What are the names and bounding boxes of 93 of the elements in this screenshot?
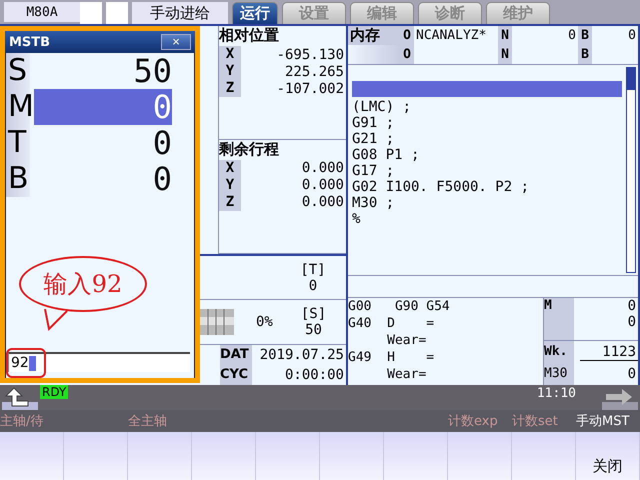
softkey[interactable]: [0, 432, 64, 480]
softkey[interactable]: [512, 432, 576, 480]
spindle-load: 0%: [256, 314, 273, 330]
softkey-caption: 计数exp: [448, 413, 498, 430]
program-line: G17 ;: [352, 163, 396, 179]
input-field[interactable]: 92: [8, 352, 190, 372]
axis-label: Y: [219, 63, 241, 80]
softkey[interactable]: [384, 432, 448, 480]
code-label: B: [6, 161, 30, 197]
field-value: NCANALYZ*: [415, 27, 488, 45]
softkey-caption: 全主轴: [128, 413, 167, 430]
tool-label: [T]: [300, 262, 326, 278]
axis-label: Y: [219, 176, 241, 194]
info-value: 0:00:00: [284, 367, 345, 383]
program-source: 内存: [348, 26, 400, 45]
counter-value: 0: [628, 298, 636, 314]
program-line: G08 P1 ;: [352, 147, 420, 163]
close-button[interactable]: ×: [161, 34, 191, 50]
panel-title: 相对位置: [219, 26, 280, 46]
spindle-label: [S]: [300, 306, 326, 322]
window-title: MSTB: [9, 34, 50, 50]
softkey[interactable]: [256, 432, 320, 480]
program-line: G21 ;: [352, 131, 396, 147]
modal-line: Wear=: [386, 366, 428, 383]
modal-line: G40 D =: [348, 315, 436, 332]
next-arrow-icon[interactable]: [602, 386, 638, 410]
program-line: %: [352, 211, 362, 227]
info-value: 2019.07.25: [258, 347, 345, 363]
axis-label: Z: [219, 194, 241, 211]
ready-indicator: RDY: [40, 385, 68, 399]
counter-value: 1123: [580, 344, 638, 360]
field-label: B: [578, 45, 592, 64]
program-line: (LMC) ;: [352, 99, 412, 115]
modal-line: G00 G90 G54: [348, 298, 451, 315]
softkey-caption: 主轴/待: [0, 413, 44, 430]
axis-label: Z: [219, 80, 241, 97]
counter-value: 0: [626, 366, 637, 382]
axis-value: 0.000: [300, 177, 345, 194]
axis-value: 0.000: [300, 160, 345, 176]
softkey[interactable]: [64, 432, 128, 480]
counter-label: Wk.: [544, 341, 574, 363]
axis-value: -107.002: [276, 80, 345, 96]
modal-line: G49 H =: [348, 349, 436, 366]
program-line: G02 I100. F5000. P2 ;: [352, 179, 530, 195]
softkey[interactable]: [448, 432, 512, 480]
clock: 11:10: [536, 386, 576, 401]
axis-label: X: [219, 160, 241, 177]
tool-value: 0: [308, 278, 318, 294]
info-label: CYC: [220, 365, 252, 385]
screen-tab[interactable]: 运行: [232, 2, 278, 24]
code-value[interactable]: 0: [34, 89, 172, 125]
spindle-speed: 50: [305, 322, 322, 338]
softkey[interactable]: [192, 432, 256, 480]
softkey-caption: 计数set: [512, 413, 558, 430]
softkey[interactable]: 关闭: [576, 432, 640, 480]
indicator-lamp: [80, 2, 102, 24]
axis-value: 0.000: [300, 194, 345, 210]
code-value[interactable]: 0: [34, 161, 172, 197]
softkey[interactable]: [128, 432, 192, 480]
counter-label: M30: [544, 363, 574, 385]
axis-label: X: [219, 46, 241, 63]
softkey-caption: 手动MST: [576, 413, 630, 430]
panel-title: 剩余行程: [219, 140, 280, 160]
callout-bubble: 输入92: [19, 256, 147, 312]
field-value: 0: [627, 27, 637, 45]
program-line: G91 ;: [352, 115, 396, 131]
field-label: N: [498, 26, 512, 45]
field-label: N: [498, 45, 512, 64]
highlight-frame: [6, 348, 46, 378]
code-value[interactable]: 0: [34, 125, 172, 161]
field-value: 0: [567, 27, 577, 45]
code-label: T: [6, 125, 30, 161]
back-arrow-icon[interactable]: [2, 386, 38, 410]
code-label: M: [6, 89, 30, 125]
mode-label: 手动进给: [132, 2, 228, 24]
indicator-lamp: [106, 2, 128, 24]
scrollbar[interactable]: [626, 67, 636, 273]
modal-line: Wear=: [386, 332, 428, 349]
counter-value: 0: [628, 314, 636, 330]
callout-tail: [43, 309, 69, 331]
counter-label: M: [544, 298, 574, 340]
softkey[interactable]: [320, 432, 384, 480]
axis-value: -695.130: [276, 46, 345, 62]
code-value[interactable]: 50: [34, 53, 172, 89]
field-label: B: [578, 26, 592, 45]
axis-value: 225.265: [284, 64, 345, 80]
spindle-gauge-drawing: [200, 309, 234, 336]
program-line: M30 ;: [352, 195, 396, 211]
field-label: O: [400, 45, 414, 64]
machine-model: M80A: [4, 2, 80, 22]
code-label: S: [6, 53, 30, 89]
info-label: DAT: [220, 345, 252, 365]
field-label: O: [400, 26, 414, 45]
